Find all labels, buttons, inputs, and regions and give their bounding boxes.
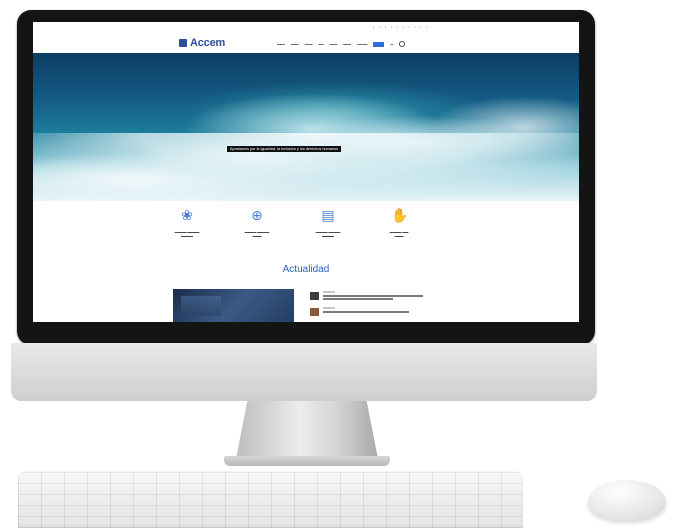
nav-item[interactable]: ▬▬▬▬ <box>357 43 367 46</box>
nav-item[interactable]: ▬▬▬ <box>330 43 338 46</box>
news-headline[interactable] <box>323 298 393 300</box>
hero-wave <box>33 133 579 201</box>
feature-text: ▬▬▬▬ ▬▬▬▬ ▬▬▬ <box>244 230 270 238</box>
nav-item[interactable]: ▬▬▬ <box>343 43 351 46</box>
main-nav: ▬▬▬ ▬▬▬ ▬▬▬ ▬▬ ▬▬▬ ▬▬▬ ▬▬▬▬ ▬ <box>277 41 406 47</box>
section-title: Actualidad <box>282 264 330 275</box>
keyboard <box>18 471 523 528</box>
site-logo-text: Accem <box>190 37 226 49</box>
search-icon[interactable] <box>399 41 406 47</box>
people-icon: ❀ <box>181 207 193 223</box>
nav-item[interactable]: ▬▬▬ <box>291 43 299 46</box>
globe-hands-icon: ⊕ <box>251 207 263 223</box>
nav-item[interactable]: ▬ <box>390 43 393 46</box>
news-thumbnail[interactable] <box>310 308 319 316</box>
accem-logo-mark-icon <box>179 39 187 47</box>
handshake-icon: ✋ <box>391 207 409 223</box>
feature-item[interactable]: ▤ ▬▬▬▬ ▬▬▬▬ ▬▬▬▬ <box>301 208 355 238</box>
news-headline[interactable] <box>323 295 423 297</box>
feature-item[interactable]: ❀ ▬▬▬▬ ▬▬▬▬ ▬▬▬▬ <box>160 208 214 238</box>
nav-cta-button[interactable] <box>373 41 385 47</box>
site-logo[interactable]: Accem <box>179 37 225 49</box>
monitor-stand-base <box>224 456 390 466</box>
news-headline[interactable] <box>323 311 409 313</box>
news-thumbnail[interactable] <box>310 292 319 300</box>
news-date <box>323 307 335 309</box>
mouse <box>588 480 666 520</box>
news-image-detail <box>181 296 221 316</box>
nav-item[interactable]: ▬▬▬ <box>277 43 285 46</box>
site-header: ▪ ▪ ▪ ▪ ▪ ▪ ▪ ▪ ▪ ▪ Accem ▬▬▬ ▬▬▬ ▬▬▬ ▬▬… <box>33 22 579 52</box>
nav-item[interactable]: ▬▬ <box>318 43 323 46</box>
feature-text: ▬▬▬▬ ▬▬▬▬ ▬▬▬▬ <box>174 230 200 238</box>
top-utility-bar: ▪ ▪ ▪ ▪ ▪ ▪ ▪ ▪ ▪ ▪ <box>373 25 430 29</box>
feature-item[interactable]: ⊕ ▬▬▬▬ ▬▬▬▬ ▬▬▬ <box>230 208 284 238</box>
monitor-stand <box>236 401 378 459</box>
browser-screen: ▪ ▪ ▪ ▪ ▪ ▪ ▪ ▪ ▪ ▪ Accem ▬▬▬ ▬▬▬ ▬▬▬ ▬▬… <box>33 22 579 322</box>
hero-caption: Apostamos por la igualdad, la inclusión … <box>227 146 342 152</box>
news-date <box>323 291 335 293</box>
feature-text: ▬▬▬▬ ▬▬▬▬ ▬▬▬▬ <box>315 230 341 238</box>
monitor-chin <box>11 343 597 401</box>
nav-item[interactable]: ▬▬▬ <box>305 43 313 46</box>
document-icon: ▤ <box>321 207 335 223</box>
hero-banner: Apostamos por la igualdad, la inclusión … <box>33 53 579 201</box>
feature-item[interactable]: ✋ ▬▬▬▬ ▬▬ ▬▬▬ <box>372 208 426 238</box>
feature-text: ▬▬▬▬ ▬▬ ▬▬▬ <box>389 230 409 238</box>
